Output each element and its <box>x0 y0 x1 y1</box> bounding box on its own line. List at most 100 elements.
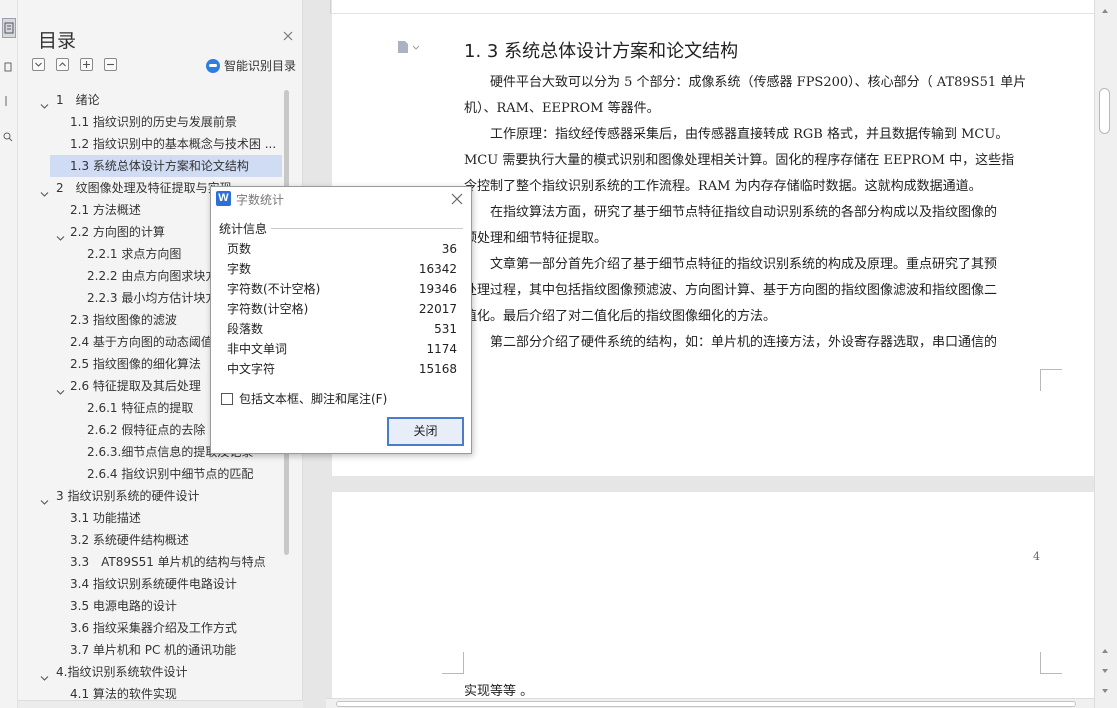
close-icon[interactable] <box>281 29 295 43</box>
paragraph-line: 值化。最后介绍了对二值化后的指纹图像细化的方法。 <box>464 309 777 324</box>
document-paragraph: 在指纹算法方面，研究了基于细节点特征指纹自动识别系统的各部分构成以及指纹图像的预… <box>464 200 1040 252</box>
outline-item[interactable]: 2.6.4 指纹识别中细节点的匹配 <box>18 463 283 485</box>
stat-row: 字数 16342 <box>227 259 457 279</box>
outline-item-label: 2.6.2 假特征点的去除 <box>87 423 206 437</box>
page-number: 4 <box>1033 550 1040 563</box>
outline-item[interactable]: 3.4 指纹识别系统硬件电路设计 <box>18 573 283 595</box>
outline-item-label: 2.2.1 求点方向图 <box>87 247 182 261</box>
outline-item-label: 1.2 指纹识别中的基本概念与技术困 ... <box>70 137 277 151</box>
stat-value: 36 <box>441 242 457 256</box>
outline-item-label: 3.5 电源电路的设计 <box>70 599 177 613</box>
top-page-edge <box>332 0 1096 14</box>
document-paragraph: 文章第一部分首先介绍了基于细节点特征的指纹识别系统的构成及原理。重点研究了其预处… <box>464 252 1040 330</box>
outline-item[interactable]: 3.5 电源电路的设计 <box>18 595 283 617</box>
outline-item-label: 2.3 指纹图像的滤波 <box>70 313 177 327</box>
outline-view-icon[interactable] <box>2 18 16 38</box>
remove-heading-icon[interactable] <box>104 58 117 71</box>
stat-row: 非中文单词 1174 <box>227 339 457 359</box>
chevron-down-icon[interactable] <box>56 228 65 241</box>
chevron-down-icon[interactable] <box>40 492 49 505</box>
chevron-down-icon[interactable] <box>56 382 65 395</box>
horizontal-scrollbar[interactable] <box>326 698 1094 708</box>
outline-item-label: 2.6.1 特征点的提取 <box>87 401 194 415</box>
paragraph-line: 在指纹算法方面，研究了基于细节点特征指纹自动识别系统的各部分构成以及指纹图像的 <box>490 205 998 220</box>
outline-item[interactable]: 1.3 系统总体设计方案和论文结构 <box>50 155 282 177</box>
outline-item[interactable]: 3.3 AT89S51 单片机的结构与特点 <box>18 551 283 573</box>
chevron-down-icon[interactable] <box>40 184 49 197</box>
find-icon[interactable] <box>2 128 16 148</box>
paragraph-line: 机）、RAM、EEPROM 等器件。 <box>464 101 660 116</box>
outline-item-label: 3.2 系统硬件结构概述 <box>70 533 189 547</box>
scroll-down-icon[interactable] <box>1101 684 1109 693</box>
outline-item[interactable]: 3.6 指纹采集器介绍及工作方式 <box>18 617 283 639</box>
outline-item-label: 4.1 算法的软件实现 <box>70 687 177 701</box>
outline-item[interactable]: 4.指纹识别系统软件设计 <box>18 661 283 683</box>
stat-label: 字数 <box>227 262 252 276</box>
outline-item[interactable]: 3.2 系统硬件结构概述 <box>18 529 283 551</box>
paragraph-line: 工作原理：指纹经传感器采集后，由传感器直接转成 RGB 格式，并且数据传输到 M… <box>490 127 1009 142</box>
outline-item-label: 3.7 单片机和 PC 机的通讯功能 <box>70 643 237 657</box>
vertical-scroll-thumb[interactable] <box>1099 88 1110 134</box>
outline-item[interactable]: 3.7 单片机和 PC 机的通讯功能 <box>18 639 283 661</box>
outline-item-label: 2.6.4 指纹识别中细节点的匹配 <box>87 467 254 481</box>
outline-item-label: 3.3 AT89S51 单片机的结构与特点 <box>70 555 266 569</box>
divider <box>271 228 463 229</box>
smart-toc-button[interactable]: 智能识别目录 <box>206 57 296 74</box>
dialog-titlebar[interactable]: W 字数统计 <box>211 187 471 211</box>
outline-item[interactable]: 4.1 算法的软件实现 <box>18 683 283 701</box>
stat-label: 字符数(计空格) <box>227 302 309 316</box>
section-heading: 1. 3 系统总体设计方案和论文结构 <box>464 41 739 62</box>
outline-item[interactable]: 1.2 指纹识别中的基本概念与技术困 ... <box>18 133 283 155</box>
outline-panel-title: 目录 <box>38 30 77 52</box>
outline-item[interactable]: 1 绪论 <box>18 89 283 111</box>
stat-row: 段落数 531 <box>227 319 457 339</box>
stat-value: 1174 <box>426 342 457 356</box>
outline-item-label: 2.5 指纹图像的细化算法 <box>70 357 201 371</box>
include-textbox-checkbox[interactable]: 包括文本框、脚注和尾注(F) <box>221 391 387 407</box>
chevron-down-icon[interactable] <box>40 96 49 109</box>
outline-item-label: 3.6 指纹采集器介绍及工作方式 <box>70 621 237 635</box>
outline-item-label: 2 纹图像处理及特征提取与实现 <box>56 181 232 195</box>
vertical-scrollbar[interactable] <box>1094 0 1117 708</box>
horizontal-scroll-thumb[interactable] <box>336 701 1076 707</box>
close-icon[interactable] <box>451 193 463 205</box>
scroll-up-page-icon[interactable] <box>1101 644 1109 653</box>
outline-item-label: 2.2 方向图的计算 <box>70 225 165 239</box>
checkbox-label: 包括文本框、脚注和尾注(F) <box>239 392 388 406</box>
bookmark-icon[interactable] <box>2 92 16 112</box>
paragraph-line: 第二部分介绍了硬件系统的结构，如：单片机的连接方法，外设寄存器选取，串口通信的 <box>490 335 998 350</box>
stat-label: 段落数 <box>227 322 264 336</box>
close-button[interactable]: 关闭 <box>387 417 464 446</box>
outline-item[interactable]: 3.1 功能描述 <box>18 507 283 529</box>
stat-row: 字符数(不计空格) 19346 <box>227 279 457 299</box>
stat-value: 531 <box>434 322 457 336</box>
outline-item-label: 1.1 指纹识别的历史与发展前景 <box>70 115 237 129</box>
scroll-up-icon[interactable] <box>1101 4 1109 13</box>
stat-label: 字符数(不计空格) <box>227 282 321 296</box>
wps-logo-icon: W <box>216 191 231 206</box>
scroll-down-page-icon[interactable] <box>1101 664 1109 673</box>
stats-group-label: 统计信息 <box>219 222 268 236</box>
paragraph-line: 处理过程，其中包括指纹图像预滤波、方向图计算、基于方向图的指纹图像滤波和指纹图像… <box>464 283 998 298</box>
add-heading-icon[interactable] <box>80 58 93 71</box>
document-paragraph: 第二部分介绍了硬件系统的结构，如：单片机的连接方法，外设寄存器选取，串口通信的 <box>464 330 1040 356</box>
outline-item[interactable]: 3 指纹识别系统的硬件设计 <box>18 485 283 507</box>
outline-item[interactable]: 1.1 指纹识别的历史与发展前景 <box>18 111 283 133</box>
document-paragraph: 工作原理：指纹经传感器采集后，由传感器直接转成 RGB 格式，并且数据传输到 M… <box>464 122 1040 200</box>
stat-label: 中文字符 <box>227 362 276 376</box>
dialog-title: 字数统计 <box>236 193 285 207</box>
chapter-icon[interactable] <box>2 58 16 78</box>
checkbox[interactable] <box>221 393 233 405</box>
collapse-all-icon[interactable] <box>56 58 69 71</box>
document-icon[interactable] <box>396 40 422 54</box>
chevron-down-icon[interactable] <box>40 668 49 681</box>
document-page-next[interactable] <box>332 492 1096 708</box>
page-corner-mark <box>1040 369 1062 391</box>
page-corner-mark <box>442 652 464 674</box>
outline-item-label: 1 绪论 <box>56 93 100 107</box>
outline-bottom-bar <box>18 700 303 708</box>
expand-all-icon[interactable] <box>32 58 45 71</box>
paragraph-line: 文章第一部分首先介绍了基于细节点特征的指纹识别系统的构成及原理。重点研究了其预 <box>490 257 998 272</box>
left-tool-strip <box>0 0 18 708</box>
divider <box>330 0 331 14</box>
